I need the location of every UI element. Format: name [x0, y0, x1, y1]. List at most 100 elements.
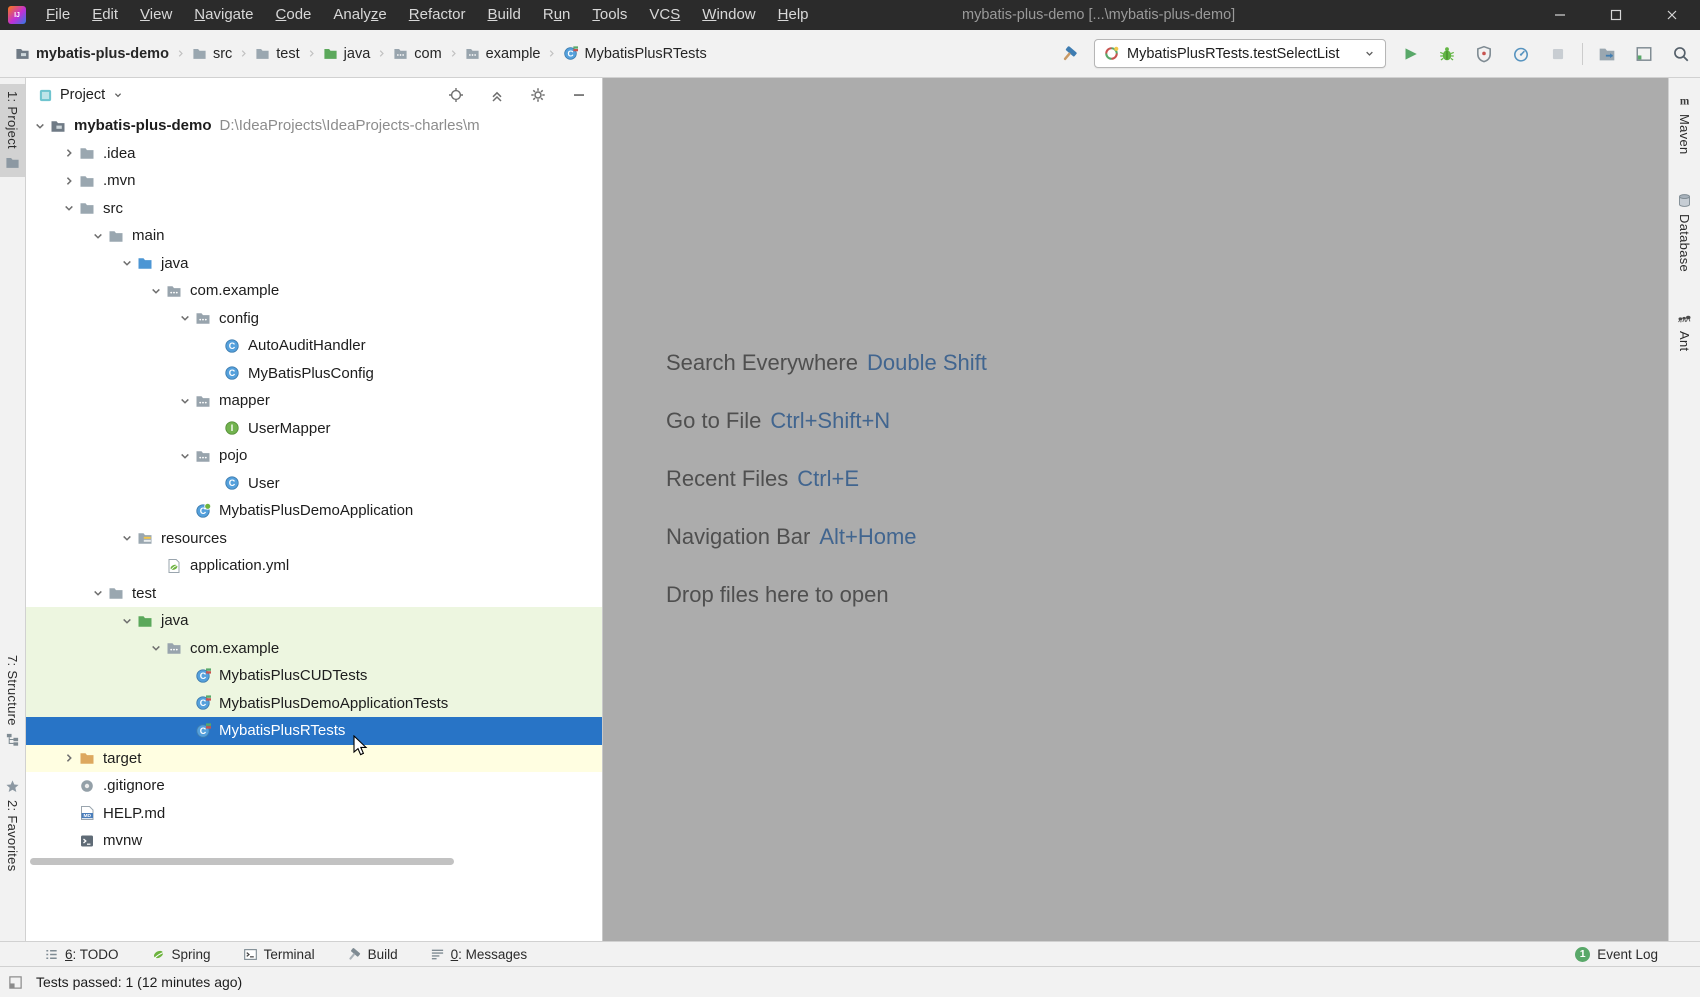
collapse-all-button[interactable]: [484, 82, 510, 108]
project-view-selector[interactable]: Project: [38, 87, 124, 103]
tree-item-mybatisplusconfig[interactable]: CMyBatisPlusConfig: [26, 360, 602, 388]
breadcrumb-item-example[interactable]: example: [460, 44, 546, 64]
chevron-down-icon[interactable]: [175, 447, 195, 465]
chevron-right-icon[interactable]: [59, 749, 79, 767]
tree-item-pojo[interactable]: pojo: [26, 442, 602, 470]
menu-window[interactable]: Window: [691, 0, 766, 30]
breadcrumb-item-mybatisplusrtests[interactable]: CMybatisPlusRTests: [558, 44, 711, 64]
tree-item-resources[interactable]: resources: [26, 525, 602, 553]
coverage-button[interactable]: [1471, 41, 1497, 67]
debug-button[interactable]: [1434, 41, 1460, 67]
menu-vcs[interactable]: VCS: [638, 0, 691, 30]
breadcrumb-item-com[interactable]: com: [388, 44, 446, 64]
chevron-down-icon[interactable]: [30, 117, 50, 135]
menu-file[interactable]: File: [35, 0, 81, 30]
chevron-down-icon[interactable]: [88, 584, 108, 602]
tool-button-build[interactable]: Build: [347, 947, 398, 962]
minimize-button[interactable]: [1532, 0, 1588, 30]
horizontal-scrollbar-thumb[interactable]: [30, 858, 454, 865]
stop-button[interactable]: [1545, 41, 1571, 67]
breadcrumb-item-java[interactable]: java: [318, 44, 376, 64]
close-button[interactable]: [1644, 0, 1700, 30]
tool-button-terminal[interactable]: Terminal: [243, 947, 315, 962]
breadcrumb-separator-icon: [545, 47, 558, 60]
tree-item-user[interactable]: CUser: [26, 470, 602, 498]
tool-button-spring[interactable]: Spring: [151, 947, 211, 962]
chevron-down-icon[interactable]: [175, 392, 195, 410]
tree-item-com-example[interactable]: com.example: [26, 277, 602, 305]
menu-tools[interactable]: Tools: [581, 0, 638, 30]
menu-run[interactable]: Run: [532, 0, 582, 30]
tree-item-test[interactable]: test: [26, 580, 602, 608]
tree-item-mapper[interactable]: mapper: [26, 387, 602, 415]
tool-button-7-structure[interactable]: 7: Structure: [0, 648, 25, 754]
tree-item-src[interactable]: src: [26, 195, 602, 223]
chevron-down-icon[interactable]: [88, 227, 108, 245]
tool-button-database[interactable]: Database: [1669, 186, 1700, 279]
menu-refactor[interactable]: Refactor: [398, 0, 477, 30]
menu-analyze[interactable]: Analyze: [322, 0, 397, 30]
menu-navigate[interactable]: Navigate: [183, 0, 264, 30]
gear-button[interactable]: [525, 82, 551, 108]
profiler-button[interactable]: [1508, 41, 1534, 67]
tree-item-mybatisplusdemoapplicationtests[interactable]: CMybatisPlusDemoApplicationTests: [26, 690, 602, 718]
event-log-button[interactable]: 1 Event Log: [1575, 947, 1658, 962]
menu-edit[interactable]: Edit: [81, 0, 129, 30]
tree-item-mybatisplusdemoapplication[interactable]: CMybatisPlusDemoApplication: [26, 497, 602, 525]
tree-item-label: pojo: [219, 447, 247, 464]
tree-item-autoaudithandler[interactable]: CAutoAuditHandler: [26, 332, 602, 360]
tree-item-help-md[interactable]: MDHELP.md: [26, 800, 602, 828]
tree-item-mybatis-plus-demo[interactable]: mybatis-plus-demoD:\IdeaProjects\IdeaPro…: [26, 112, 602, 140]
breadcrumb-item-src[interactable]: src: [187, 44, 237, 64]
chevron-right-icon[interactable]: [59, 172, 79, 190]
shortcut-keys: Double Shift: [867, 350, 987, 376]
tree-item-com-example[interactable]: com.example: [26, 635, 602, 663]
chevron-down-icon[interactable]: [146, 282, 166, 300]
chevron-down-icon[interactable]: [117, 612, 137, 630]
run-configuration-select[interactable]: MybatisPlusRTests.testSelectList: [1094, 39, 1386, 68]
maximize-button[interactable]: [1588, 0, 1644, 30]
tool-button-ant[interactable]: Ant: [1669, 303, 1700, 358]
menu-code[interactable]: Code: [265, 0, 323, 30]
tool-button-1-project[interactable]: 1: Project: [0, 84, 25, 177]
breadcrumb-item-mybatis-plus-demo[interactable]: mybatis-plus-demo: [10, 44, 174, 64]
menu-help[interactable]: Help: [767, 0, 820, 30]
tree-item-mybatisplusrtests[interactable]: CMybatisPlusRTests: [26, 717, 602, 745]
breadcrumb-item-test[interactable]: test: [250, 44, 304, 64]
tree-item-usermapper[interactable]: IUserMapper: [26, 415, 602, 443]
chevron-down-icon[interactable]: [59, 199, 79, 217]
chevron-down-icon[interactable]: [175, 309, 195, 327]
search-button[interactable]: [1668, 41, 1694, 67]
chevron-down-icon[interactable]: [117, 254, 137, 272]
chevron-right-icon[interactable]: [59, 144, 79, 162]
hide-button[interactable]: [566, 82, 592, 108]
tool-button-0-messages[interactable]: 0: Messages: [430, 947, 528, 962]
tool-windows-toggle-icon[interactable]: [8, 975, 23, 990]
tree-item-idea[interactable]: .idea: [26, 140, 602, 168]
tree-item-label: resources: [161, 530, 227, 547]
tree-item-mvnw[interactable]: mvnw: [26, 827, 602, 855]
tool-button-maven[interactable]: mMaven: [1669, 86, 1700, 162]
menu-view[interactable]: View: [129, 0, 183, 30]
tree-item-mvn[interactable]: .mvn: [26, 167, 602, 195]
tree-item-application-yml[interactable]: application.yml: [26, 552, 602, 580]
play-button[interactable]: [1397, 41, 1423, 67]
tree-item-mybatispluscudtests[interactable]: CMybatisPlusCUDTests: [26, 662, 602, 690]
menu-build[interactable]: Build: [476, 0, 531, 30]
locate-button[interactable]: [443, 82, 469, 108]
tool-button-6-todo[interactable]: 6: TODO: [44, 947, 119, 962]
open-folder-button[interactable]: [1594, 41, 1620, 67]
tree-item-java[interactable]: java: [26, 250, 602, 278]
tree-item-config[interactable]: config: [26, 305, 602, 333]
chevron-down-icon[interactable]: [146, 639, 166, 657]
tree-item-target[interactable]: target: [26, 745, 602, 773]
layout-button[interactable]: [1631, 41, 1657, 67]
chevron-down-icon[interactable]: [117, 529, 137, 547]
tree-item-label: MyBatisPlusConfig: [248, 365, 374, 382]
tool-button-2-favorites[interactable]: 2: Favorites: [0, 772, 25, 879]
tree-item-main[interactable]: main: [26, 222, 602, 250]
build-project-button[interactable]: [1057, 41, 1083, 67]
tree-item-java[interactable]: java: [26, 607, 602, 635]
chevron-spacer: [204, 419, 224, 437]
tree-item-gitignore[interactable]: .gitignore: [26, 772, 602, 800]
